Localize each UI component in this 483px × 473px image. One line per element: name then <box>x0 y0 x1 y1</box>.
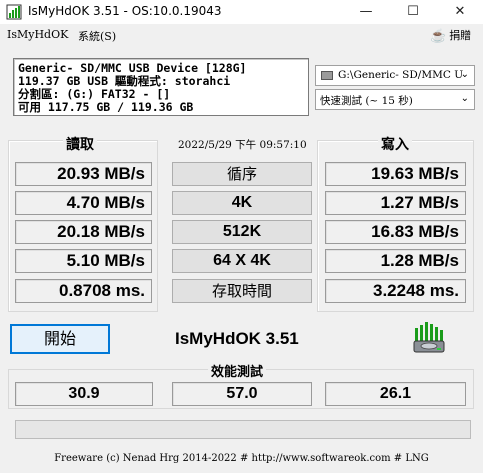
drive-select[interactable]: G:\Generic- SD/MMC U ⌄ <box>315 65 475 86</box>
app-logo-icon <box>6 4 22 20</box>
progress-bar <box>15 420 471 439</box>
write-512k-value: 16.83 MB/s <box>325 220 466 244</box>
write-access-time-value: 3.2248 ms. <box>325 279 466 303</box>
performance-total-score: 57.0 <box>172 382 312 406</box>
footer-text[interactable]: Freeware (c) Nenad Hrg 2014-2022 # http:… <box>0 453 483 464</box>
chevron-down-icon: ⌄ <box>460 69 469 80</box>
read-64x4k-value: 5.10 MB/s <box>15 249 152 273</box>
write-4k-value: 1.27 MB/s <box>325 191 466 215</box>
read-4k-value: 4.70 MB/s <box>15 191 152 215</box>
access-time-test-button[interactable]: 存取時間 <box>172 279 312 303</box>
test-mode-value: 快速測試 (~ 15 秒) <box>320 95 413 107</box>
write-64x4k-value: 1.28 MB/s <box>325 249 466 273</box>
performance-header: 效能測試 <box>208 361 267 380</box>
device-info-box: Generic- SD/MMC USB Device [128G] 119.37… <box>13 58 309 116</box>
donate-button[interactable]: ☕ 捐贈 <box>430 27 472 44</box>
read-header: 讀取 <box>63 134 97 154</box>
menu-file[interactable]: IsMyHdOK <box>7 28 68 41</box>
disk-benchmark-logo-icon <box>413 322 445 353</box>
minimize-button[interactable]: — <box>343 0 389 24</box>
read-access-time-value: 0.8708 ms. <box>15 279 152 303</box>
device-info-line: 可用 117.75 GB / 119.36 GB <box>18 100 194 114</box>
read-sequential-value: 20.93 MB/s <box>15 162 152 186</box>
drive-select-value: G:\Generic- SD/MMC U <box>338 69 464 81</box>
write-header: 寫入 <box>378 134 412 154</box>
test-timestamp: 2022/5/29 下午 09:57:10 <box>178 139 307 151</box>
title-bar: IsMyHdOK 3.51 - OS:10.0.19043 — ☐ ✕ <box>0 0 483 24</box>
start-button[interactable]: 開始 <box>10 324 110 354</box>
64x4k-test-button[interactable]: 64 X 4K <box>172 249 312 273</box>
drive-icon <box>321 71 333 80</box>
performance-write-score: 26.1 <box>325 382 466 406</box>
chevron-down-icon: ⌄ <box>460 93 469 104</box>
sequential-test-button[interactable]: 循序 <box>172 162 312 186</box>
performance-read-score: 30.9 <box>15 382 153 406</box>
window-title: IsMyHdOK 3.51 - OS:10.0.19043 <box>28 4 222 18</box>
app-name: IsMyHdOK 3.51 <box>175 329 299 348</box>
512k-test-button[interactable]: 512K <box>172 220 312 244</box>
menu-system[interactable]: 系統(S) <box>78 28 116 44</box>
menu-bar: IsMyHdOK 系統(S) ☕ 捐贈 <box>0 24 483 46</box>
4k-test-button[interactable]: 4K <box>172 191 312 215</box>
write-sequential-value: 19.63 MB/s <box>325 162 466 186</box>
donate-label: 捐贈 <box>449 29 472 42</box>
read-512k-value: 20.18 MB/s <box>15 220 152 244</box>
close-button[interactable]: ✕ <box>437 0 483 24</box>
test-mode-select[interactable]: 快速測試 (~ 15 秒) ⌄ <box>315 89 475 110</box>
coffee-cup-icon: ☕ <box>430 29 447 44</box>
maximize-button[interactable]: ☐ <box>390 0 436 24</box>
